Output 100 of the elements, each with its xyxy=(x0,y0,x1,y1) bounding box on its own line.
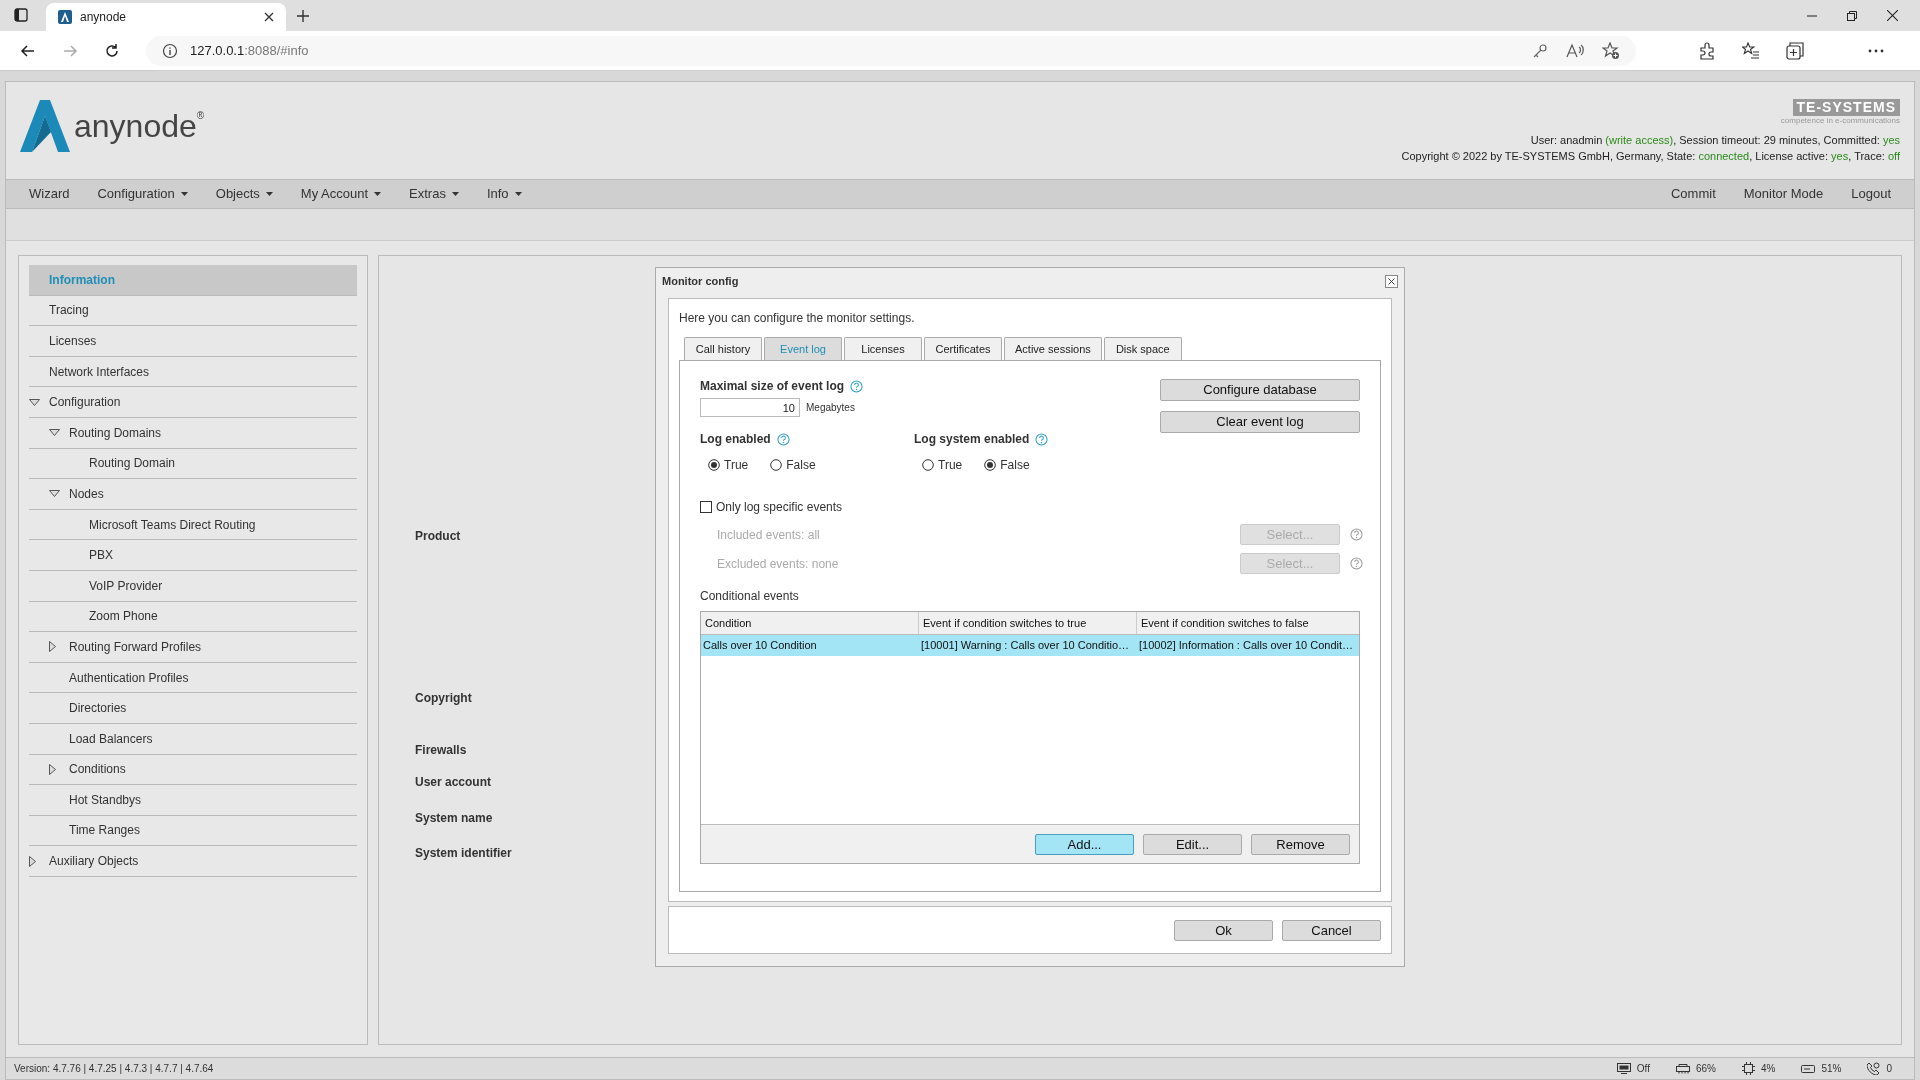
table-cell-text: Calls over 10 Condition xyxy=(702,638,818,654)
nav-menu-item[interactable]: Objects xyxy=(201,180,287,208)
sidebar-item[interactable]: Licenses xyxy=(29,326,357,357)
tab-title: anynode xyxy=(80,9,128,26)
column-header[interactable]: Condition xyxy=(701,612,919,634)
tab[interactable]: Active sessions xyxy=(1004,337,1102,360)
field-label: Maximal size of event log xyxy=(700,378,845,395)
more-icon[interactable] xyxy=(1868,48,1884,53)
brand-badge: TE-SYSTEMS xyxy=(1792,99,1900,116)
sidebar-item[interactable]: Load Balancers xyxy=(29,723,357,755)
nav-menu-item[interactable]: Commit xyxy=(1656,180,1730,208)
description-text: Here you can configure the monitor settings. xyxy=(679,310,916,327)
checkbox[interactable] xyxy=(700,501,712,513)
extensions-icon[interactable] xyxy=(1698,41,1716,60)
field-label: System identifier xyxy=(415,845,512,859)
status-value: 66% xyxy=(1695,1062,1716,1076)
close-icon[interactable] xyxy=(1887,10,1898,21)
collapsed-arrow-icon[interactable] xyxy=(29,855,36,867)
nav-menu-item[interactable]: Extras xyxy=(395,180,473,208)
caret-icon xyxy=(514,192,522,196)
caret-icon xyxy=(265,192,273,196)
favorites-icon[interactable] xyxy=(1742,41,1760,60)
session-info-text: User: anadmin (write access), Session timeout: 29 minutes, Committed: yes xyxy=(1530,134,1900,147)
sidebar-item[interactable]: Hot Standbys xyxy=(29,785,357,816)
back-icon[interactable] xyxy=(20,42,36,59)
sidebar-item[interactable]: Directories xyxy=(29,693,357,724)
help-icon[interactable] xyxy=(776,432,790,446)
radio-option[interactable]: True xyxy=(708,456,749,474)
new-tab-icon[interactable] xyxy=(296,9,310,23)
sidebar-item[interactable]: Routing Domain xyxy=(29,448,357,480)
sidebar-item[interactable]: Microsoft Teams Direct Routing xyxy=(29,509,357,541)
dialog-button[interactable]: Cancel xyxy=(1282,919,1381,941)
nav-menu-item[interactable]: Logout xyxy=(1837,180,1905,208)
sidebar-item[interactable]: Nodes xyxy=(29,479,357,510)
help-icon[interactable] xyxy=(850,379,864,393)
nav-menu-item[interactable]: Info xyxy=(472,180,536,208)
nav-menu-item[interactable]: Wizard xyxy=(15,180,84,208)
sidebar-item[interactable]: Conditions xyxy=(29,754,357,786)
expanded-arrow-icon[interactable] xyxy=(29,398,40,406)
table-action-button[interactable]: Add... xyxy=(1035,833,1134,855)
action-button[interactable]: Configure database xyxy=(1160,379,1360,401)
key-icon[interactable] xyxy=(1532,42,1548,59)
checkbox-option[interactable]: Only log specific events xyxy=(700,498,843,516)
sidebar-item[interactable]: Routing Forward Profiles xyxy=(29,632,357,663)
expanded-arrow-icon[interactable] xyxy=(49,490,60,498)
add-favorite-icon[interactable] xyxy=(1602,41,1620,60)
collapsed-arrow-icon[interactable] xyxy=(49,763,56,775)
expanded-arrow-icon[interactable] xyxy=(49,429,60,437)
sidebar-item[interactable]: Network Interfaces xyxy=(29,356,357,388)
radio-option[interactable]: False xyxy=(770,456,816,474)
field-label: Firewalls xyxy=(415,742,467,756)
sidebar-item[interactable]: Time Ranges xyxy=(29,815,357,847)
sidebar-item[interactable]: Zoom Phone xyxy=(29,601,357,633)
table-action-button[interactable]: Remove xyxy=(1251,833,1350,855)
radio-option[interactable]: False xyxy=(984,456,1030,474)
status-value: 51% xyxy=(1821,1062,1842,1076)
sidebar-item[interactable]: Tracing xyxy=(29,295,357,327)
tab[interactable]: Certificates xyxy=(924,337,1002,360)
logo-text: anynode xyxy=(74,110,197,142)
sidebar-item[interactable]: Authentication Profiles xyxy=(29,662,357,694)
browser-tab[interactable]: anynode xyxy=(46,3,286,31)
help-icon[interactable] xyxy=(1350,528,1363,541)
nav-menu-item[interactable]: My Account xyxy=(286,180,396,208)
dialog-button[interactable]: Ok xyxy=(1174,919,1273,941)
size-input[interactable]: 10 xyxy=(700,398,800,417)
version-text: Version: 4.7.76 | 4.7.25 | 4.7.3 | 4.7.7 | 4.7.64 xyxy=(14,1062,214,1076)
address-bar[interactable]: 127.0.0.1:8088/#info xyxy=(146,35,1636,66)
field-label: System name xyxy=(415,810,493,824)
site-icon xyxy=(58,10,72,24)
tab[interactable]: Licenses xyxy=(844,337,922,360)
sidebar-toggle-icon[interactable] xyxy=(14,8,28,22)
nav-menu-item[interactable]: Monitor Mode xyxy=(1729,180,1838,208)
field-label: Log enabled xyxy=(700,431,771,448)
table-cell-text: [10001] Warning : Calls over 10 Conditio… xyxy=(920,638,1131,654)
read-aloud-icon[interactable] xyxy=(1566,42,1584,59)
restore-icon[interactable] xyxy=(1847,10,1857,21)
reload-icon[interactable] xyxy=(104,42,120,59)
table-row[interactable]: Calls over 10 Condition [10001] Warning : Calls over 10 Conditio… [10002] Information : Calls over 10 Condit… xyxy=(701,635,1359,656)
info-icon[interactable] xyxy=(162,42,178,59)
sidebar-item[interactable]: Routing Domains xyxy=(29,417,357,449)
action-button[interactable]: Clear event log xyxy=(1160,411,1360,433)
sidebar-item[interactable]: PBX xyxy=(29,540,357,571)
radio-option[interactable]: True xyxy=(922,456,963,474)
close-tab-icon[interactable] xyxy=(264,12,274,22)
sidebar-item[interactable]: Auxiliary Objects xyxy=(29,846,357,877)
url-text: 127.0.0.1:8088/#info xyxy=(190,41,309,60)
field-label: Copyright xyxy=(415,690,472,704)
close-icon[interactable] xyxy=(1385,274,1398,288)
column-header[interactable]: Event if condition switches to true xyxy=(919,612,1137,634)
column-header[interactable]: Event if condition switches to false xyxy=(1137,612,1359,634)
nav-menu-item[interactable]: Configuration xyxy=(83,180,202,208)
collections-icon[interactable] xyxy=(1786,41,1804,60)
sidebar-item[interactable]: Configuration xyxy=(29,387,357,418)
collapsed-arrow-icon[interactable] xyxy=(49,641,56,653)
tab[interactable]: Call history xyxy=(684,337,762,360)
sidebar-item[interactable]: VoIP Provider xyxy=(29,570,357,602)
table-action-button[interactable]: Edit... xyxy=(1143,833,1242,855)
help-icon[interactable] xyxy=(1035,432,1049,446)
help-icon[interactable] xyxy=(1350,557,1363,570)
tab[interactable]: Disk space xyxy=(1103,337,1182,360)
